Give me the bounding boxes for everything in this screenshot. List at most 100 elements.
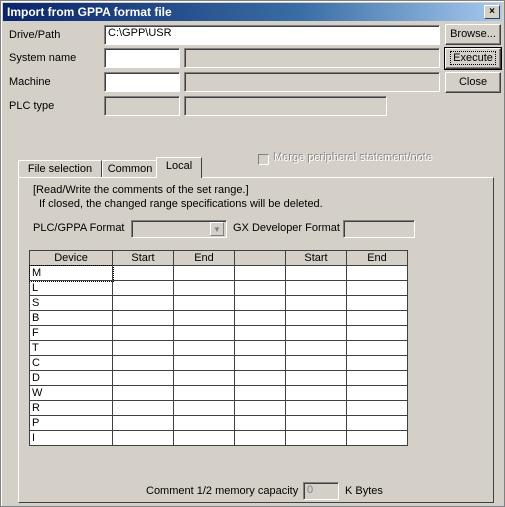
- range-cell[interactable]: [234, 355, 286, 371]
- range-cell[interactable]: [346, 340, 408, 356]
- table-row: W: [29, 385, 408, 401]
- device-cell[interactable]: W: [29, 385, 113, 401]
- device-cell[interactable]: R: [29, 400, 113, 416]
- range-cell[interactable]: [234, 280, 286, 296]
- range-cell[interactable]: [173, 385, 235, 401]
- tab-file-selection[interactable]: File selection: [18, 160, 102, 178]
- range-cell[interactable]: [173, 415, 235, 431]
- range-cell[interactable]: [285, 310, 347, 326]
- range-cell[interactable]: [112, 325, 174, 341]
- range-cell[interactable]: [285, 385, 347, 401]
- range-cell[interactable]: [112, 385, 174, 401]
- range-cell[interactable]: [285, 340, 347, 356]
- range-cell[interactable]: [112, 265, 174, 281]
- range-cell[interactable]: [234, 295, 286, 311]
- device-cell[interactable]: B: [29, 310, 113, 326]
- window-title: Import from GPPA format file: [7, 5, 172, 19]
- tab-local[interactable]: Local: [156, 157, 202, 178]
- range-cell[interactable]: [112, 400, 174, 416]
- range-cell[interactable]: [173, 400, 235, 416]
- range-cell[interactable]: [346, 415, 408, 431]
- range-cell[interactable]: [173, 310, 235, 326]
- table-row: P: [29, 415, 408, 431]
- device-cell[interactable]: L: [29, 280, 113, 296]
- machine-input[interactable]: [104, 72, 180, 92]
- range-cell[interactable]: [285, 355, 347, 371]
- import-dialog: Import from GPPA format file × Drive/Pat…: [0, 0, 505, 507]
- range-cell[interactable]: [234, 400, 286, 416]
- table-row: D: [29, 370, 408, 386]
- device-cell[interactable]: D: [29, 370, 113, 386]
- device-cell[interactable]: M: [28, 264, 114, 282]
- range-cell[interactable]: [173, 370, 235, 386]
- device-cell[interactable]: F: [29, 325, 113, 341]
- range-cell[interactable]: [346, 325, 408, 341]
- table-row: C: [29, 355, 408, 371]
- range-cell[interactable]: [173, 355, 235, 371]
- range-cell[interactable]: [346, 400, 408, 416]
- range-cell[interactable]: [234, 370, 286, 386]
- range-cell[interactable]: [346, 265, 408, 281]
- range-cell[interactable]: [173, 325, 235, 341]
- range-cell[interactable]: [346, 355, 408, 371]
- merge-checkbox-label: Merge peripheral statement/note: [274, 152, 433, 164]
- device-cell[interactable]: S: [29, 295, 113, 311]
- table-row: S: [29, 295, 408, 311]
- range-cell[interactable]: [346, 280, 408, 296]
- device-cell[interactable]: I: [29, 430, 113, 446]
- range-cell[interactable]: [346, 430, 408, 446]
- col-device: Device: [29, 250, 113, 266]
- range-cell[interactable]: [112, 415, 174, 431]
- range-cell[interactable]: [112, 370, 174, 386]
- range-cell[interactable]: [234, 265, 286, 281]
- range-cell[interactable]: [234, 340, 286, 356]
- range-cell[interactable]: [173, 340, 235, 356]
- range-cell[interactable]: [173, 430, 235, 446]
- range-cell[interactable]: [112, 310, 174, 326]
- range-cell[interactable]: [234, 415, 286, 431]
- range-cell[interactable]: [173, 280, 235, 296]
- range-cell[interactable]: [112, 340, 174, 356]
- range-cell[interactable]: [285, 430, 347, 446]
- range-cell[interactable]: [285, 280, 347, 296]
- tab-common[interactable]: Common: [102, 160, 158, 178]
- range-cell[interactable]: [285, 415, 347, 431]
- plc-type-display: [184, 96, 387, 116]
- range-cell[interactable]: [285, 325, 347, 341]
- execute-button[interactable]: Execute: [444, 47, 502, 70]
- range-cell[interactable]: [234, 385, 286, 401]
- range-cell[interactable]: [285, 370, 347, 386]
- range-cell[interactable]: [346, 295, 408, 311]
- execute-button-label: Execute: [450, 51, 496, 65]
- range-cell[interactable]: [112, 295, 174, 311]
- range-cell[interactable]: [173, 295, 235, 311]
- range-cell[interactable]: [234, 430, 286, 446]
- system-name-label: System name: [9, 52, 77, 64]
- col-end-2: End: [346, 250, 408, 266]
- range-cell[interactable]: [346, 385, 408, 401]
- range-cell[interactable]: [234, 325, 286, 341]
- range-cell[interactable]: [285, 295, 347, 311]
- device-range-table: Device Start End Start End MLSBFTCDWRPI: [28, 250, 408, 446]
- range-cell[interactable]: [346, 370, 408, 386]
- merge-checkbox[interactable]: [258, 154, 269, 165]
- range-cell[interactable]: [112, 280, 174, 296]
- device-cell[interactable]: T: [29, 340, 113, 356]
- range-cell[interactable]: [112, 430, 174, 446]
- device-cell[interactable]: P: [29, 415, 113, 431]
- drive-path-input[interactable]: C:\GPP\USR: [104, 25, 440, 45]
- system-name-input[interactable]: [104, 48, 180, 68]
- range-cell[interactable]: [173, 265, 235, 281]
- close-icon[interactable]: ×: [484, 5, 500, 19]
- range-cell[interactable]: [346, 310, 408, 326]
- range-cell[interactable]: [285, 265, 347, 281]
- range-cell[interactable]: [112, 355, 174, 371]
- table-row: R: [29, 400, 408, 416]
- table-row: F: [29, 325, 408, 341]
- range-cell[interactable]: [285, 400, 347, 416]
- range-cell[interactable]: [234, 310, 286, 326]
- browse-button[interactable]: Browse...: [445, 24, 501, 45]
- device-cell[interactable]: C: [29, 355, 113, 371]
- close-button[interactable]: Close: [445, 72, 501, 93]
- panel-note-line1: [Read/Write the comments of the set rang…: [33, 184, 249, 196]
